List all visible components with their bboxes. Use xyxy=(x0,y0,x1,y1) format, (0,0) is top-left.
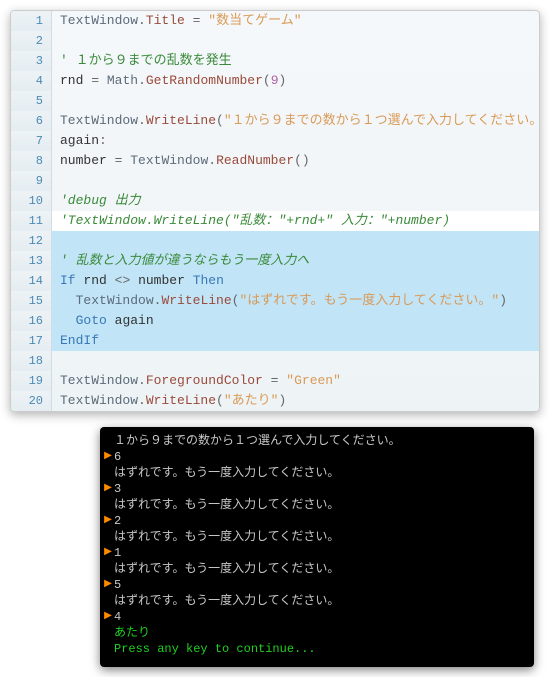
line-number: 18 xyxy=(11,351,52,371)
code-line[interactable]: 16 Goto again xyxy=(11,311,539,331)
line-number: 20 xyxy=(11,391,52,411)
code-content[interactable]: If rnd <> number Then xyxy=(52,271,539,291)
line-number: 13 xyxy=(11,251,52,271)
console-text: あたり xyxy=(114,625,150,641)
code-line[interactable]: 1TextWindow.Title = "数当てゲーム" xyxy=(11,11,539,31)
line-number: 9 xyxy=(11,171,52,191)
code-line[interactable]: 12 xyxy=(11,231,539,251)
console-text: 6 xyxy=(114,449,121,465)
console-line: ▶5 xyxy=(102,577,532,593)
line-number: 4 xyxy=(11,71,52,91)
code-line[interactable]: 20TextWindow.WriteLine("あたり") xyxy=(11,391,539,411)
code-line[interactable]: 9 xyxy=(11,171,539,191)
console-text: はずれです。もう一度入力してください。 xyxy=(114,497,339,513)
code-content[interactable]: number = TextWindow.ReadNumber() xyxy=(52,151,539,171)
code-line[interactable]: 17EndIf xyxy=(11,331,539,351)
console-line: はずれです。もう一度入力してください。 xyxy=(102,465,532,481)
code-line[interactable]: 13' 乱数と入力値が違うならもう一度入力へ xyxy=(11,251,539,271)
code-content[interactable]: ' １から９までの乱数を発生 xyxy=(52,51,539,71)
console-line: はずれです。もう一度入力してください。 xyxy=(102,593,532,609)
code-line[interactable]: 3' １から９までの乱数を発生 xyxy=(11,51,539,71)
line-number: 19 xyxy=(11,371,52,391)
console-line: はずれです。もう一度入力してください。 xyxy=(102,529,532,545)
input-caret-icon: ▶ xyxy=(102,449,114,465)
code-content[interactable]: ' 乱数と入力値が違うならもう一度入力へ xyxy=(52,251,539,271)
code-content[interactable]: Goto again xyxy=(52,311,539,331)
console-line: あたり xyxy=(102,625,532,641)
code-content[interactable] xyxy=(52,171,539,191)
line-number: 11 xyxy=(11,211,52,231)
console-output: １から９までの数から１つ選んで入力してください。▶6はずれです。もう一度入力して… xyxy=(100,427,534,667)
code-line[interactable]: 4rnd = Math.GetRandomNumber(9) xyxy=(11,71,539,91)
console-text: 2 xyxy=(114,513,121,529)
code-content[interactable]: 'debug 出力 xyxy=(52,191,539,211)
input-caret-icon: ▶ xyxy=(102,481,114,497)
line-number: 10 xyxy=(11,191,52,211)
console-line: はずれです。もう一度入力してください。 xyxy=(102,497,532,513)
line-number: 5 xyxy=(11,91,52,111)
console-line: ▶3 xyxy=(102,481,532,497)
line-number: 17 xyxy=(11,331,52,351)
input-caret-icon: ▶ xyxy=(102,609,114,625)
line-number: 16 xyxy=(11,311,52,331)
code-line[interactable]: 2 xyxy=(11,31,539,51)
code-content[interactable] xyxy=(52,351,539,371)
input-caret-icon: ▶ xyxy=(102,577,114,593)
code-line[interactable]: 15 TextWindow.WriteLine("はずれです。もう一度入力してく… xyxy=(11,291,539,311)
line-number: 8 xyxy=(11,151,52,171)
line-number: 3 xyxy=(11,51,52,71)
code-line[interactable]: 10'debug 出力 xyxy=(11,191,539,211)
console-text: はずれです。もう一度入力してください。 xyxy=(114,529,339,545)
line-number: 7 xyxy=(11,131,52,151)
code-content[interactable]: TextWindow.Title = "数当てゲーム" xyxy=(52,11,539,31)
code-line[interactable]: 6TextWindow.WriteLine("１から９までの数から１つ選んで入力… xyxy=(11,111,539,131)
code-content[interactable] xyxy=(52,31,539,51)
code-line[interactable]: 19TextWindow.ForegroundColor = "Green" xyxy=(11,371,539,391)
console-line: ▶4 xyxy=(102,609,532,625)
console-line: Press any key to continue... xyxy=(102,641,532,657)
code-line[interactable]: 11'TextWindow.WriteLine("乱数："+rnd+" 入力："… xyxy=(11,211,539,231)
console-line: ▶2 xyxy=(102,513,532,529)
console-text: Press any key to continue... xyxy=(114,641,316,657)
console-line: はずれです。もう一度入力してください。 xyxy=(102,561,532,577)
input-caret-icon: ▶ xyxy=(102,513,114,529)
code-line[interactable]: 7again: xyxy=(11,131,539,151)
code-line[interactable]: 5 xyxy=(11,91,539,111)
code-content[interactable] xyxy=(52,91,539,111)
code-line[interactable]: 18 xyxy=(11,351,539,371)
console-text: 5 xyxy=(114,577,121,593)
code-content[interactable]: TextWindow.WriteLine("はずれです。もう一度入力してください… xyxy=(52,291,539,311)
code-content[interactable] xyxy=(52,231,539,251)
code-content[interactable]: TextWindow.WriteLine("１から９までの数から１つ選んで入力し… xyxy=(52,111,540,131)
console-text: 3 xyxy=(114,481,121,497)
code-content[interactable]: rnd = Math.GetRandomNumber(9) xyxy=(52,71,539,91)
line-number: 14 xyxy=(11,271,52,291)
line-number: 15 xyxy=(11,291,52,311)
code-line[interactable]: 8number = TextWindow.ReadNumber() xyxy=(11,151,539,171)
line-number: 12 xyxy=(11,231,52,251)
console-line: ▶1 xyxy=(102,545,532,561)
code-content[interactable]: EndIf xyxy=(52,331,539,351)
code-editor[interactable]: 1TextWindow.Title = "数当てゲーム"23' １から９までの乱… xyxy=(10,10,540,412)
input-caret-icon: ▶ xyxy=(102,545,114,561)
console-text: 1 xyxy=(114,545,121,561)
code-line[interactable]: 14If rnd <> number Then xyxy=(11,271,539,291)
console-line: １から９までの数から１つ選んで入力してください。 xyxy=(102,433,532,449)
console-text: はずれです。もう一度入力してください。 xyxy=(114,465,339,481)
line-number: 6 xyxy=(11,111,52,131)
console-text: １から９までの数から１つ選んで入力してください。 xyxy=(114,433,401,449)
code-content[interactable]: 'TextWindow.WriteLine("乱数："+rnd+" 入力："+n… xyxy=(52,211,539,231)
line-number: 2 xyxy=(11,31,52,51)
console-text: はずれです。もう一度入力してください。 xyxy=(114,593,339,609)
code-content[interactable]: TextWindow.WriteLine("あたり") xyxy=(52,391,539,411)
console-text: 4 xyxy=(114,609,121,625)
code-content[interactable]: again: xyxy=(52,131,539,151)
console-line: ▶6 xyxy=(102,449,532,465)
console-text: はずれです。もう一度入力してください。 xyxy=(114,561,339,577)
code-content[interactable]: TextWindow.ForegroundColor = "Green" xyxy=(52,371,539,391)
line-number: 1 xyxy=(11,11,52,31)
